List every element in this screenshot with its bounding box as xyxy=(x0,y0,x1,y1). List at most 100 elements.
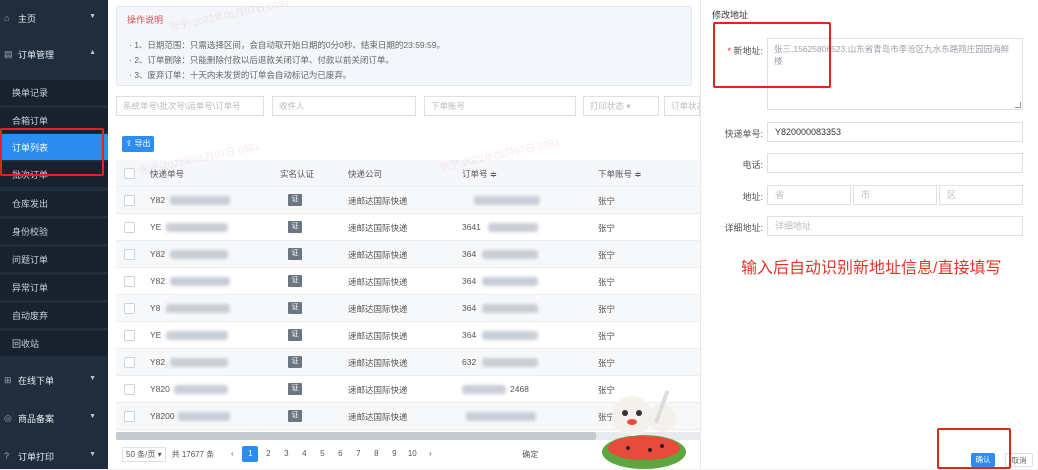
tracking-number-field[interactable]: Y820000083353 xyxy=(767,122,1023,142)
carrier: 速邮达国际快递 xyxy=(348,412,408,422)
page-button[interactable]: 7 xyxy=(350,446,366,462)
tracking-number-label: 快递单号: xyxy=(724,129,763,139)
account-input[interactable]: 下单账号 xyxy=(424,96,576,116)
tracking-number: Y8200 xyxy=(150,411,175,421)
sidebar-item-abnormal-orders[interactable]: 异常订单 xyxy=(0,275,108,300)
phone-field[interactable] xyxy=(767,153,1023,173)
panel-title: 修改地址 xyxy=(712,10,749,20)
notice-title: 操作说明 xyxy=(127,15,164,25)
main-content: 操作说明 · 1、日期范围：只需选择区间，会自动取开始日期的0分0秒、结束日期的… xyxy=(108,0,700,469)
tracking-number: Y820 xyxy=(150,384,170,394)
page-button[interactable]: 8 xyxy=(368,446,384,462)
order-number: 3641 xyxy=(462,222,481,232)
new-address-label: * 新地址: xyxy=(727,46,763,56)
sidebar-group-home[interactable]: ⌂ 主页 ▼ xyxy=(0,4,108,32)
watermelon-sticker-icon xyxy=(602,390,686,469)
sidebar-item-id-verify[interactable]: 身份校验 xyxy=(0,219,108,244)
province-select[interactable]: 省 xyxy=(767,185,851,205)
row-checkbox[interactable] xyxy=(124,222,135,233)
row-checkbox[interactable] xyxy=(124,276,135,287)
page-button[interactable]: 10 xyxy=(404,446,420,462)
sidebar-item-problem-orders[interactable]: 问题订单 xyxy=(0,247,108,272)
account: 张宁 xyxy=(598,250,616,260)
page-button[interactable]: 4 xyxy=(296,446,312,462)
resize-handle-icon[interactable] xyxy=(1015,102,1021,108)
sidebar-item-recycle-bin[interactable]: 回收站 xyxy=(0,331,108,356)
row-checkbox[interactable] xyxy=(124,330,135,341)
order-icon: ▤ xyxy=(4,48,13,59)
row-checkbox[interactable] xyxy=(124,249,135,260)
order-number: 364 xyxy=(462,303,477,313)
page-button[interactable]: 3 xyxy=(278,446,294,462)
account: 张宁 xyxy=(598,277,616,287)
sidebar-item-merged-orders[interactable]: 合箱订单 xyxy=(0,108,108,133)
column-header[interactable]: 订单号 ≑ xyxy=(462,168,497,180)
chevron-down-icon: ▼ xyxy=(89,413,96,420)
table-row[interactable]: YE 证 速邮达国际快递 3641 张宁 xyxy=(116,214,700,241)
table-row[interactable]: Y82 证 速邮达国际快递 364 张宁 xyxy=(116,268,700,295)
page-button[interactable]: 5 xyxy=(314,446,330,462)
modify-address-panel: 修改地址 * 新地址: 张三,15625806523,山东省青岛市李沧区九水东路… xyxy=(700,0,1038,469)
tracking-number: YE xyxy=(150,222,162,232)
scrollbar-thumb[interactable] xyxy=(116,432,596,440)
sidebar-item-batch-orders[interactable]: 批次订单 xyxy=(0,162,108,187)
receiver-input[interactable]: 收件人 xyxy=(272,96,416,116)
goods-icon: ◎ xyxy=(4,412,12,423)
page-button[interactable]: 9 xyxy=(386,446,402,462)
search-input[interactable]: 系统单号\批次号\运单号\订单号 xyxy=(116,96,264,116)
sidebar-item-warehouse-shipped[interactable]: 仓库发出 xyxy=(0,191,108,216)
goto-confirm-button[interactable]: 确定 xyxy=(522,449,538,460)
sidebar-item-auto-discard[interactable]: 自动废弃 xyxy=(0,303,108,328)
sidebar-group-goods-filing[interactable]: ◎ 商品备案 ▼ xyxy=(0,404,108,432)
row-checkbox[interactable] xyxy=(124,195,135,206)
export-button[interactable]: ⇪ 导出 xyxy=(122,136,154,152)
order-status-select[interactable]: 订单状态 xyxy=(664,96,700,116)
verified-badge: 证 xyxy=(288,383,302,395)
table-row[interactable]: Y82 证 速邮达国际快递 364 张宁 xyxy=(116,241,700,268)
sidebar: ⌂ 主页 ▼ ▤ 订单管理 ▲ 换单记录 合箱订单 订单列表 批次订单 仓库发出… xyxy=(0,0,108,469)
row-checkbox[interactable] xyxy=(124,411,135,422)
notice-line: · 1、日期范围：只需选择区间，会自动取开始日期的0分0秒、结束日期的23:59… xyxy=(129,40,445,50)
redacted-region xyxy=(166,223,228,232)
chevron-down-icon: ▾ xyxy=(626,101,631,111)
cancel-button[interactable]: 取消 xyxy=(1005,453,1033,467)
page-size-select[interactable]: 50 条/页 ▾ xyxy=(122,446,166,462)
carrier: 速邮达国际快递 xyxy=(348,277,408,287)
account: 张宁 xyxy=(598,358,616,368)
print-status-select[interactable]: 打印状态 ▾ xyxy=(583,96,659,116)
redacted-region xyxy=(170,358,228,367)
carrier: 速邮达国际快递 xyxy=(348,358,408,368)
city-select[interactable]: 市 xyxy=(853,185,937,205)
table-row[interactable]: YE 证 速邮达国际快递 364 张宁 xyxy=(116,322,700,349)
detail-address-field[interactable]: 详细地址 xyxy=(767,216,1023,236)
row-checkbox[interactable] xyxy=(124,303,135,314)
column-header[interactable]: 下单账号 ≑ xyxy=(598,168,641,180)
row-checkbox[interactable] xyxy=(124,384,135,395)
next-page-button[interactable]: › xyxy=(422,446,438,462)
new-address-textarea[interactable]: 张三,15625806523,山东省青岛市李沧区九水东路翔庄园园海鲜楼 xyxy=(767,38,1023,110)
verified-badge: 证 xyxy=(288,410,302,422)
redacted-region xyxy=(482,331,538,340)
select-all-checkbox[interactable] xyxy=(124,168,135,179)
row-checkbox[interactable] xyxy=(124,357,135,368)
district-select[interactable]: 区 xyxy=(939,185,1023,205)
redacted-region xyxy=(170,277,230,286)
order-number: 364 xyxy=(462,249,477,259)
sidebar-item-exchange-log[interactable]: 换单记录 xyxy=(0,80,108,105)
confirm-button[interactable]: 确认 xyxy=(971,453,995,467)
page-button[interactable]: 1 xyxy=(242,446,259,462)
page-button[interactable]: 2 xyxy=(260,446,276,462)
prev-page-button[interactable]: ‹ xyxy=(224,446,240,462)
table-row[interactable]: Y8 证 速邮达国际快递 364 张宁 xyxy=(116,295,700,322)
sidebar-item-order-list[interactable]: 订单列表 xyxy=(0,134,108,160)
page-button[interactable]: 6 xyxy=(332,446,348,462)
redacted-region xyxy=(462,385,506,394)
sidebar-group-order-print[interactable]: ? 订单打印 ▼ xyxy=(0,442,108,470)
table-row[interactable]: Y82 证 速邮达国际快递 632 张宁 xyxy=(116,349,700,376)
redacted-region xyxy=(170,250,228,259)
table-row[interactable]: Y82 证 速邮达国际快递 张宁 xyxy=(116,187,700,214)
redacted-region xyxy=(466,412,536,421)
sidebar-group-online-order[interactable]: ⊞ 在线下单 ▼ xyxy=(0,366,108,394)
sidebar-group-orders[interactable]: ▤ 订单管理 ▲ xyxy=(0,40,108,68)
verified-badge: 证 xyxy=(288,275,302,287)
